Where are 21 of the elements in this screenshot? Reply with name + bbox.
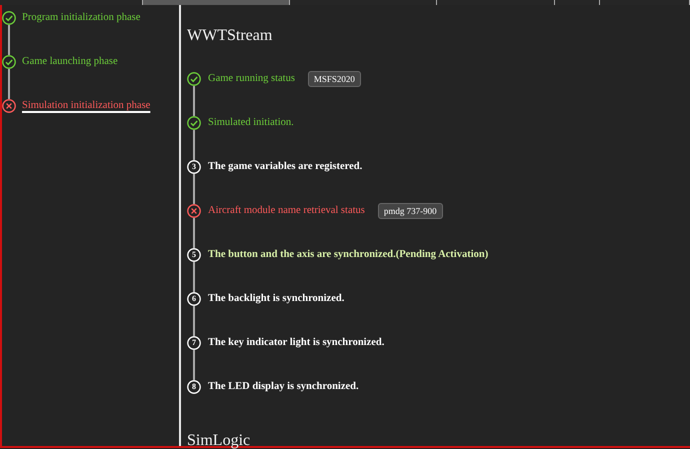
sidebar-item[interactable]: Game launching phase: [22, 55, 118, 69]
step-number: 5: [191, 249, 197, 261]
value-tag: MSFS2020: [308, 71, 361, 87]
sidebar-item[interactable]: Program initialization phase: [22, 11, 140, 25]
step-number: 3: [191, 161, 197, 173]
step-label: The game variables are registered.: [208, 160, 362, 174]
step-label: The button and the axis are synchronized.(Pending Activation): [208, 248, 488, 262]
step-label: Simulated initiation.: [208, 116, 294, 130]
step-label: The LED display is synchronized.: [208, 380, 359, 394]
section-title: SimLogic: [187, 431, 252, 449]
section-title: WWTStream: [187, 26, 274, 46]
sidebar-item[interactable]: Simulation initialization phase: [22, 99, 150, 113]
step-number: 8: [191, 381, 197, 393]
step-label: Aircraft module name retrieval status: [208, 204, 365, 218]
step-number: 6: [191, 293, 197, 305]
step-label: Game running status: [208, 72, 295, 86]
step-number: 7: [191, 337, 197, 349]
step-label: The backlight is synchronized.: [208, 292, 344, 306]
tab[interactable]: [555, 0, 600, 5]
step-label: The key indicator light is synchronized.: [208, 336, 384, 350]
value-tag: pmdg 737-900: [378, 203, 443, 219]
